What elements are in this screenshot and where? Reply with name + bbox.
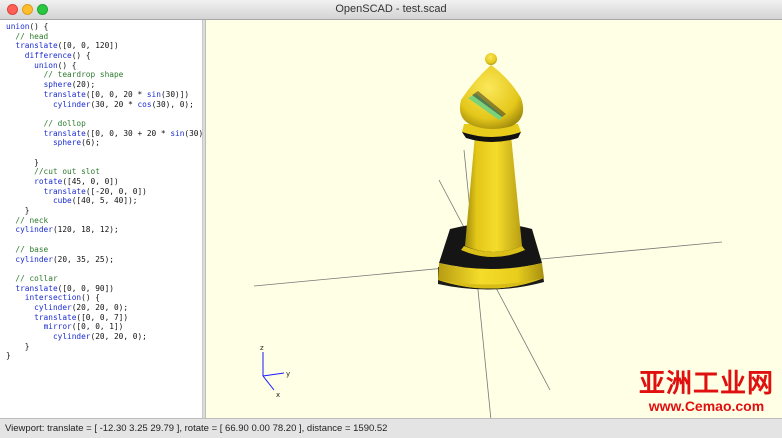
- code-line[interactable]: cylinder(20, 20, 0);: [6, 303, 202, 313]
- code-line[interactable]: cylinder(120, 18, 12);: [6, 225, 202, 235]
- code-line[interactable]: // neck: [6, 216, 202, 226]
- 3d-viewport[interactable]: z y x: [206, 20, 782, 418]
- code-line[interactable]: cylinder(30, 20 * cos(30), 0);: [6, 100, 202, 110]
- code-line[interactable]: [6, 264, 202, 274]
- code-line[interactable]: union() {: [6, 22, 202, 32]
- code-line[interactable]: translate([-20, 0, 0]): [6, 187, 202, 197]
- code-line[interactable]: sphere(6);: [6, 138, 202, 148]
- code-line[interactable]: // teardrop shape: [6, 70, 202, 80]
- code-line[interactable]: intersection() {: [6, 293, 202, 303]
- model-head: [459, 65, 524, 129]
- status-bar: Viewport: translate = [ -12.30 3.25 29.7…: [0, 418, 782, 438]
- axis-gizmo: z y x: [260, 344, 290, 399]
- model-dollop: [485, 53, 497, 65]
- code-line[interactable]: }: [6, 206, 202, 216]
- code-line[interactable]: }: [6, 351, 202, 361]
- code-line[interactable]: cylinder(20, 35, 25);: [6, 255, 202, 265]
- code-line[interactable]: union() {: [6, 61, 202, 71]
- code-line[interactable]: [6, 235, 202, 245]
- code-line[interactable]: rotate([45, 0, 0]): [6, 177, 202, 187]
- code-line[interactable]: //cut out slot: [6, 167, 202, 177]
- chess-bishop-model: [438, 53, 544, 290]
- code-line[interactable]: cube([40, 5, 40]);: [6, 196, 202, 206]
- code-line[interactable]: difference() {: [6, 51, 202, 61]
- code-line[interactable]: }: [6, 158, 202, 168]
- 3d-scene[interactable]: z y x: [206, 20, 782, 418]
- axis-label-y: y: [286, 370, 290, 378]
- watermark-chinese: 亚洲工业网: [638, 369, 774, 399]
- axis-label-z: z: [260, 344, 264, 352]
- code-line[interactable]: translate([0, 0, 20 * sin(30)]): [6, 90, 202, 100]
- code-line[interactable]: }: [6, 342, 202, 352]
- code-line[interactable]: mirror([0, 0, 1]): [6, 322, 202, 332]
- title-bar: OpenSCAD - test.scad: [0, 0, 782, 20]
- watermark: 亚洲工业网 www.Cemao.com: [639, 370, 774, 414]
- code-line[interactable]: translate([0, 0, 120]): [6, 41, 202, 51]
- code-line[interactable]: cylinder(20, 20, 0);: [6, 332, 202, 342]
- axis-label-x: x: [276, 391, 280, 399]
- model-neck: [465, 135, 522, 252]
- code-line[interactable]: // collar: [6, 274, 202, 284]
- code-line[interactable]: translate([0, 0, 30 + 20 * sin(30)]): [6, 129, 202, 139]
- watermark-url: www.Cemao.com: [648, 398, 765, 414]
- viewport-status: Viewport: translate = [ -12.30 3.25 29.7…: [5, 423, 388, 434]
- code-line[interactable]: translate([0, 0, 90]): [6, 284, 202, 294]
- code-line[interactable]: [6, 109, 202, 119]
- code-editor[interactable]: union() { // head translate([0, 0, 120])…: [0, 20, 203, 418]
- code-text[interactable]: union() { // head translate([0, 0, 120])…: [0, 20, 202, 361]
- code-line[interactable]: [6, 148, 202, 158]
- code-line[interactable]: // dollop: [6, 119, 202, 129]
- code-line[interactable]: translate([0, 0, 7]): [6, 313, 202, 323]
- code-line[interactable]: // head: [6, 32, 202, 42]
- window-title: OpenSCAD - test.scad: [335, 3, 447, 15]
- code-line[interactable]: sphere(20);: [6, 80, 202, 90]
- code-line[interactable]: // base: [6, 245, 202, 255]
